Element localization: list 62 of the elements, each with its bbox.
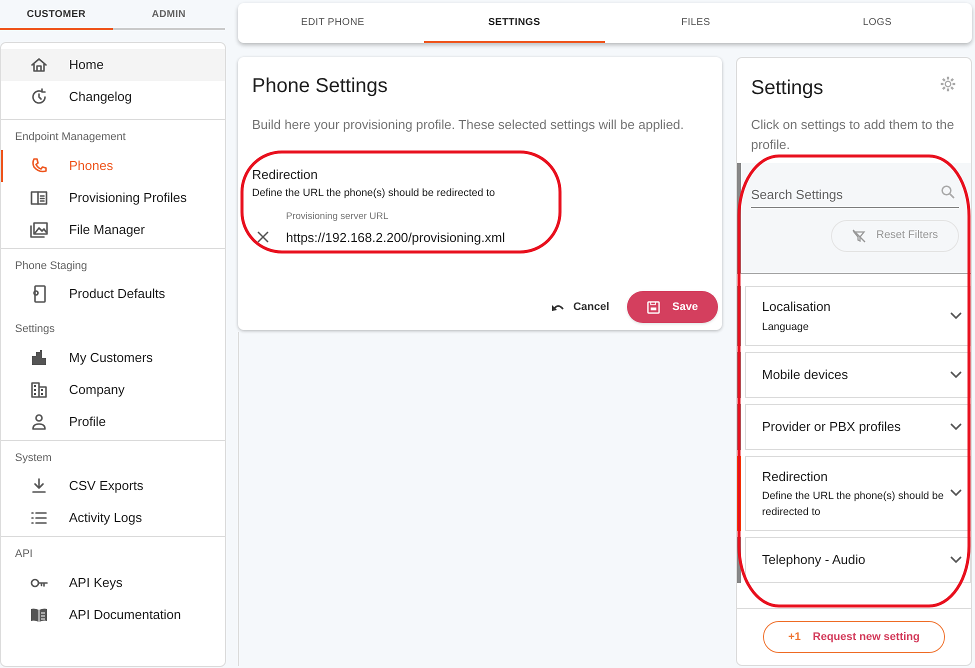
- setting-item[interactable]: Provider or PBX profiles: [745, 404, 971, 450]
- nav-item[interactable]: Profile: [1, 406, 225, 438]
- setting-item[interactable]: Mobile devices: [745, 352, 971, 398]
- setting-item[interactable]: Localisation Language: [745, 286, 971, 346]
- nav-item[interactable]: Changelog: [1, 81, 225, 113]
- setting-item-title: Redirection: [762, 468, 829, 486]
- phone-icon: [29, 156, 49, 176]
- nav-item[interactable]: Home: [1, 49, 225, 81]
- images-icon: [29, 220, 49, 240]
- card-title: Phone Settings: [252, 74, 389, 99]
- section-heading: API: [14, 547, 34, 562]
- setting-item-subtitle: Language: [762, 320, 810, 334]
- clock-icon: [29, 87, 49, 107]
- nav-item[interactable]: Activity Logs: [1, 502, 225, 534]
- tab[interactable]: EDIT PHONE: [242, 3, 424, 43]
- setting-item[interactable]: Telephony - Audio: [745, 537, 971, 583]
- section-heading: System: [14, 450, 53, 466]
- building-icon: [29, 380, 49, 400]
- search-field[interactable]: Search Settings: [751, 185, 959, 208]
- setting-title: Redirection: [252, 166, 319, 184]
- cancel-button[interactable]: Cancel: [551, 291, 610, 323]
- tab[interactable]: FILES: [605, 3, 786, 43]
- setting-item[interactable]: Redirection Define the URL the phone(s) should be redirected to: [745, 456, 971, 531]
- person-icon: [29, 412, 49, 432]
- section-heading: Settings: [14, 322, 56, 337]
- section-heading: Phone Staging: [14, 258, 88, 274]
- url-field[interactable]: https://192.168.2.200/provisioning.xml: [286, 228, 530, 252]
- nav-item[interactable]: My Customers: [1, 342, 225, 374]
- setting-item-title: Telephony - Audio: [762, 551, 866, 570]
- tab[interactable]: SETTINGS: [424, 3, 605, 43]
- nav-item[interactable]: API Keys: [1, 566, 225, 598]
- role-tab[interactable]: CUSTOMER: [0, 0, 112, 30]
- chevron-down-icon: [950, 370, 962, 378]
- nav-item[interactable]: CSV Exports: [1, 470, 225, 502]
- chevron-down-icon: [950, 422, 962, 430]
- setting-item-title: Mobile devices: [762, 366, 849, 384]
- nav-item[interactable]: Company: [1, 374, 225, 406]
- panel-description: Click on settings to add them to the profile.: [750, 116, 956, 154]
- setting-item-title: Localisation: [762, 298, 832, 316]
- section-heading: Endpoint Management: [14, 130, 127, 145]
- setting-description: Define the URL the phone(s) should be redirected to: [252, 186, 496, 201]
- setting-item-subtitle: Define the URL the phone(s) should be redirected to: [762, 489, 945, 520]
- card-description: Build here your provisioning profile. These selected settings will be applied.: [252, 116, 685, 134]
- setting-item-title: Provider or PBX profiles: [762, 418, 902, 436]
- panel-title: Settings: [751, 76, 824, 101]
- save-button[interactable]: Save: [627, 291, 718, 323]
- home-icon: [29, 55, 49, 75]
- role-tab[interactable]: ADMIN: [112, 0, 225, 30]
- chevron-down-icon: [950, 489, 962, 498]
- search-icon: [941, 185, 955, 199]
- nav-item[interactable]: Product Defaults: [1, 278, 225, 310]
- nav-item[interactable]: File Manager: [1, 214, 225, 246]
- filter-off-icon: [852, 228, 866, 242]
- tab[interactable]: LOGS: [786, 3, 968, 43]
- nav-item[interactable]: Provisioning Profiles: [1, 182, 225, 214]
- field-label: Provisioning server URL: [286, 210, 390, 224]
- buildings-icon: [29, 348, 49, 368]
- request-setting-button[interactable]: +1 Request new setting: [763, 621, 945, 653]
- chevron-down-icon: [950, 312, 962, 320]
- close-icon[interactable]: [256, 230, 270, 244]
- chevron-down-icon: [950, 556, 962, 564]
- nav-item[interactable]: API Documentation: [1, 598, 225, 630]
